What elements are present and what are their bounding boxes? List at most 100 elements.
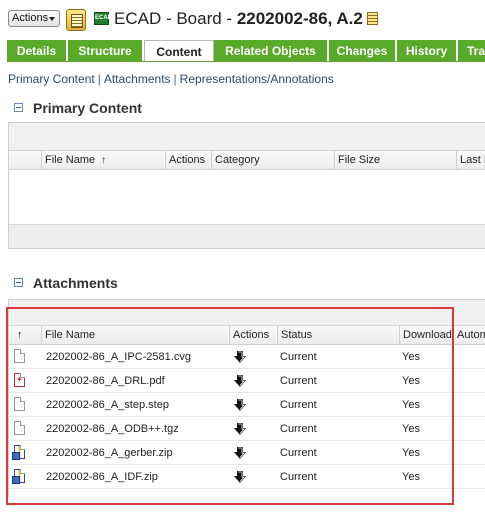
column-header-actions[interactable]: Actions [165, 151, 211, 169]
download-cell: Yes [402, 447, 420, 459]
content-subnav: Primary Content | Attachments | Representati… [8, 72, 334, 86]
page-header: Actions ECAD ECAD - Board - 2202002-86, … [0, 0, 485, 38]
status-cell: Current [280, 351, 317, 363]
tab-structure[interactable]: Structure [68, 40, 143, 61]
column-header-last-modified[interactable]: Last M [456, 151, 485, 169]
primary-content-title: Primary Content [33, 100, 142, 116]
sort-ascending-icon: ↑ [101, 155, 107, 166]
primary-content-empty-body [9, 170, 485, 224]
sort-ascending-icon: ↑ [17, 329, 23, 341]
download-cell: Yes [402, 423, 420, 435]
table-row[interactable]: 2202002-86_A_IDF.zip Current Yes [9, 465, 485, 489]
actions-cell [229, 345, 277, 369]
tab-changes[interactable]: Changes [329, 40, 396, 61]
column-label: File Name [45, 154, 96, 166]
title-number: 2202002-86, A.2 [236, 9, 363, 28]
table-row[interactable]: 2202002-86_A_ODB++.tgz Current Yes [9, 417, 485, 441]
attachments-table: ↑ File Name Actions Status Download Auto… [8, 299, 485, 497]
attachments-toolbar [9, 300, 485, 326]
file-type-cell [9, 417, 41, 441]
zip-file-icon [12, 469, 25, 484]
ecad-type-icon: ECAD [94, 12, 112, 25]
download-cell: Yes [402, 375, 420, 387]
title-prefix: ECAD - Board - [114, 9, 237, 28]
status-cell: Current [280, 471, 317, 483]
generic-file-icon [14, 397, 25, 411]
column-header-file-name[interactable]: File Name [41, 326, 229, 344]
primary-content-footer [9, 224, 485, 248]
pdf-file-icon [14, 373, 25, 387]
tab-related-objects[interactable]: Related Objects [214, 40, 328, 61]
tab-history[interactable]: History [397, 40, 457, 61]
subnav-attachments-link[interactable]: Attachments [104, 72, 171, 86]
file-name-link[interactable]: 2202002-86_A_ODB++.tgz [41, 417, 229, 441]
attachments-header-row: ↑ File Name Actions Status Download Auto… [9, 326, 485, 345]
status-cell: Current [280, 375, 317, 387]
file-name-link[interactable]: 2202002-86_A_IPC-2581.cvg [41, 345, 229, 369]
tab-truncated[interactable]: Tra [458, 40, 485, 61]
table-row[interactable]: 2202002-86_A_IPC-2581.cvg Current Yes [9, 345, 485, 369]
status-cell: Current [280, 423, 317, 435]
primary-content-table: File Name ↑ Actions Category File Size La… [8, 122, 485, 249]
actions-cell [229, 465, 277, 489]
actions-label: Actions [12, 12, 49, 24]
document-object-icon[interactable] [66, 9, 86, 31]
zip-file-icon [12, 445, 25, 460]
download-cell: Yes [402, 471, 420, 483]
actions-cell [229, 393, 277, 417]
primary-content-section-header: Primary Content [14, 100, 142, 116]
chevron-down-icon [49, 17, 55, 21]
actions-menu-button[interactable]: Actions [8, 10, 60, 27]
collapse-icon[interactable] [14, 278, 23, 287]
primary-content-toolbar [9, 123, 485, 151]
column-header-file-name[interactable]: File Name ↑ [41, 151, 165, 169]
download-icon[interactable] [233, 374, 247, 388]
attachments-rows: 2202002-86_A_IPC-2581.cvg Current Yes 22… [9, 345, 485, 489]
subnav-primary-content-link[interactable]: Primary Content [8, 72, 95, 86]
table-row[interactable]: 2202002-86_A_DRL.pdf Current Yes [9, 369, 485, 393]
subnav-separator: | [173, 72, 177, 86]
file-name-link[interactable]: 2202002-86_A_gerber.zip [41, 441, 229, 465]
file-type-cell [9, 465, 41, 489]
tab-details[interactable]: Details [7, 40, 67, 61]
attachments-title: Attachments [33, 275, 118, 291]
column-header-file-size[interactable]: File Size [334, 151, 456, 169]
column-header-download[interactable]: Download [399, 326, 453, 344]
status-cell: Current [280, 447, 317, 459]
generic-file-icon [14, 349, 25, 363]
download-icon[interactable] [233, 446, 247, 460]
download-icon[interactable] [233, 398, 247, 412]
tab-bar: Details Structure Content Related Object… [7, 40, 485, 62]
table-row[interactable]: 2202002-86_A_step.step Current Yes [9, 393, 485, 417]
attachments-section-header: Attachments [14, 275, 118, 291]
download-icon[interactable] [233, 470, 247, 484]
file-name-link[interactable]: 2202002-86_A_IDF.zip [41, 465, 229, 489]
subnav-separator: | [97, 72, 101, 86]
status-cell: Current [280, 399, 317, 411]
download-icon[interactable] [233, 350, 247, 364]
file-name-link[interactable]: 2202002-86_A_step.step [41, 393, 229, 417]
column-header-category[interactable]: Category [211, 151, 334, 169]
file-type-cell [9, 345, 41, 369]
file-type-cell [9, 393, 41, 417]
page-title: ECAD - Board - 2202002-86, A.2 [114, 9, 378, 29]
select-column-header[interactable]: ↑ [9, 326, 41, 344]
column-header-actions[interactable]: Actions [229, 326, 277, 344]
file-type-cell [9, 369, 41, 393]
column-header-automatic[interactable]: Autom [453, 326, 485, 344]
download-icon[interactable] [233, 422, 247, 436]
revision-info-icon[interactable] [366, 12, 378, 25]
subnav-representations-link[interactable]: Representations/Annotations [180, 72, 334, 86]
actions-cell [229, 417, 277, 441]
download-cell: Yes [402, 351, 420, 363]
table-row[interactable]: 2202002-86_A_gerber.zip Current Yes [9, 441, 485, 465]
select-column-header[interactable] [9, 151, 41, 169]
file-name-link[interactable]: 2202002-86_A_DRL.pdf [41, 369, 229, 393]
collapse-icon[interactable] [14, 103, 23, 112]
download-cell: Yes [402, 399, 420, 411]
column-header-status[interactable]: Status [277, 326, 399, 344]
tab-content[interactable]: Content [144, 40, 214, 61]
primary-content-header-row: File Name ↑ Actions Category File Size La… [9, 151, 485, 170]
actions-cell [229, 441, 277, 465]
actions-cell [229, 369, 277, 393]
